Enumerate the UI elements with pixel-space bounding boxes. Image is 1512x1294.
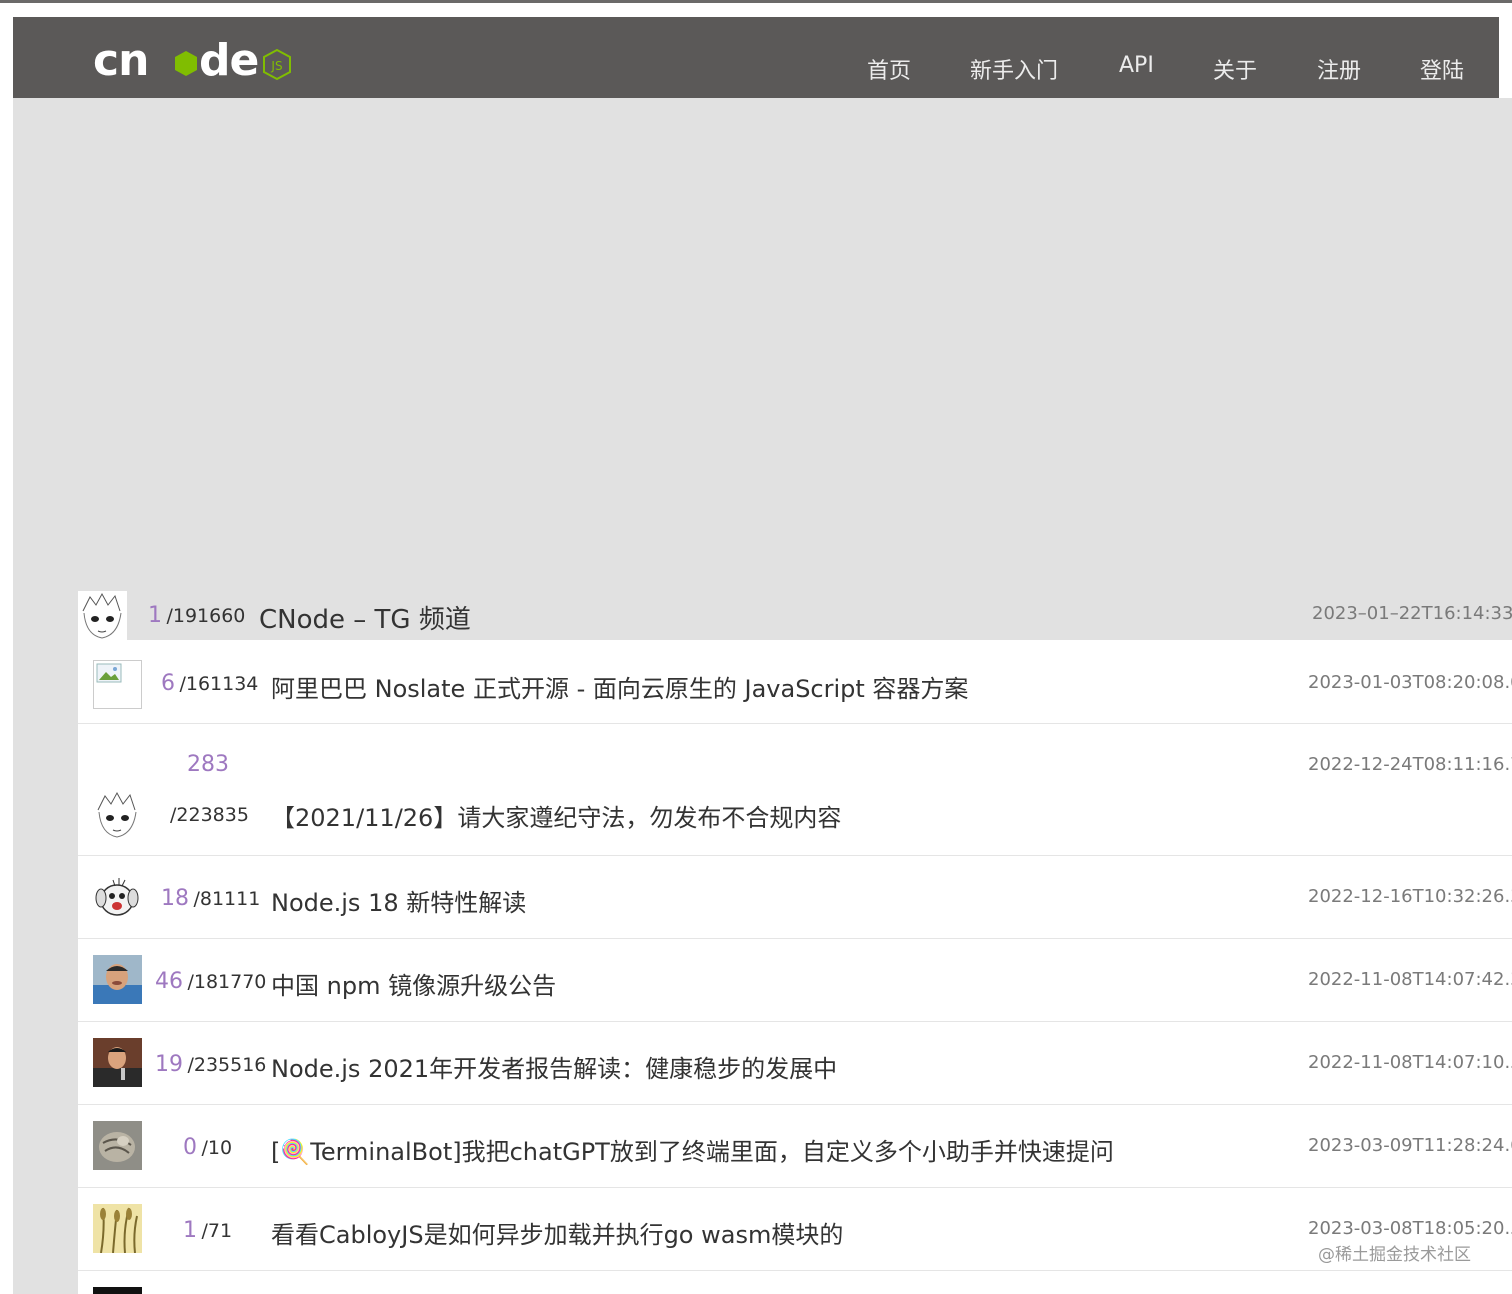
topic-time: 2023–01–22T16:14:33 (1312, 603, 1512, 624)
topic-title[interactable]: CNode – TG 频道 (259, 599, 471, 636)
topic-time: 2022-11-08T14:07:42.3 (1308, 969, 1512, 990)
topic-counts: 18 /81111 (161, 886, 260, 911)
reply-count: 46 (155, 969, 183, 994)
visit-count: /191660 (166, 605, 246, 627)
nav-api[interactable]: API (1119, 53, 1154, 78)
topic-counts: 6 /161134 (161, 671, 258, 696)
visit-count: /81111 (193, 888, 261, 910)
avatar[interactable] (93, 1287, 142, 1294)
topic-row[interactable]: 6 /161134 阿里巴巴 Noslate 正式开源 - 面向云原生的 Jav… (78, 640, 1512, 724)
topic-title[interactable]: 【2021/11/26】请大家遵纪守法，勿发布不合规内容 (271, 798, 841, 833)
topic-time: 2022-11-08T14:07:10.5 (1308, 1052, 1512, 1073)
broken-image-avatar[interactable] (93, 660, 142, 709)
nav-getting-started[interactable]: 新手入门 (970, 53, 1058, 85)
topic-row[interactable]: 1 /191660 CNode – TG 频道 2023–01–22T16:14… (78, 588, 1512, 640)
nav-about[interactable]: 关于 (1213, 53, 1257, 85)
topic-counts: 19 /235516 (155, 1052, 266, 1077)
topic-row[interactable]: 18 /81111 Node.js 18 新特性解读 2022-12-16T10… (78, 856, 1512, 939)
topic-time: 2023-03-09T11:28:24.6 (1308, 1135, 1512, 1156)
topic-row[interactable]: 283 /223835 【2021/11/26】请大家遵纪守法，勿发布不合规内容… (78, 724, 1512, 856)
photo-avatar[interactable] (93, 1038, 142, 1087)
topic-title[interactable]: 看看CabloyJS是如何异步加载并执行go wasm模块的 (271, 1215, 843, 1250)
topic-title[interactable]: 中国 npm 镜像源升级公告 (271, 966, 556, 1001)
reply-count: 1 (148, 603, 162, 628)
topic-counts: 0 /10 (183, 1135, 232, 1160)
topic-time: 2023-03-08T18:05:20.5 (1308, 1218, 1512, 1239)
navbar: cn de JS 首页 新手入门 API 关于 注册 登陆 (13, 17, 1499, 98)
cat-avatar[interactable] (93, 1121, 142, 1170)
cartoon-dog-avatar[interactable] (93, 872, 142, 921)
topic-row[interactable] (78, 1271, 1512, 1294)
visit-count: /181770 (187, 971, 267, 993)
topic-row[interactable]: 46 /181770 中国 npm 镜像源升级公告 2022-11-08T14:… (78, 939, 1512, 1022)
topic-list: 1 /191660 CNode – TG 频道 2023–01–22T16:14… (78, 588, 1512, 1294)
nav-register[interactable]: 注册 (1317, 53, 1361, 85)
reply-count: 19 (155, 1052, 183, 1077)
topic-counts: 1 /191660 (148, 603, 245, 628)
visit-count: /71 (201, 1220, 233, 1242)
svg-text:de: de (199, 35, 258, 83)
reply-count: 283 (187, 752, 229, 777)
topic-time: 2023-01-03T08:20:08.0 (1308, 672, 1512, 693)
top-border (0, 0, 1512, 3)
nav-login[interactable]: 登陆 (1420, 53, 1464, 85)
topic-counts: 1 /71 (183, 1218, 232, 1243)
visit-count: /161134 (179, 673, 259, 695)
topic-row[interactable]: 0 /10 [🍭TerminalBot]我把chatGPT放到了终端里面，自定义… (78, 1105, 1512, 1188)
watermark: @稀土掘金技术社区 (1318, 1245, 1471, 1265)
reply-count: 18 (161, 886, 189, 911)
svg-text:cn: cn (93, 35, 148, 83)
visit-count: /223835 (170, 804, 249, 826)
topic-counts: 46 /181770 (155, 969, 266, 994)
topic-title[interactable]: [🍭TerminalBot]我把chatGPT放到了终端里面，自定义多个小助手并… (271, 1132, 1114, 1167)
wheat-avatar[interactable] (93, 1204, 142, 1253)
reply-count: 1 (183, 1218, 197, 1243)
nav-home[interactable]: 首页 (867, 53, 911, 85)
photo-avatar[interactable] (93, 955, 142, 1004)
visit-count: /235516 (187, 1054, 267, 1076)
logo-badge: JS (270, 59, 282, 73)
topic-title[interactable]: Node.js 18 新特性解读 (271, 883, 526, 918)
reply-count: 0 (183, 1135, 197, 1160)
cnode-logo[interactable]: cn de JS (93, 31, 303, 83)
topic-row[interactable]: 19 /235516 Node.js 2021年开发者报告解读：健康稳步的发展中… (78, 1022, 1512, 1105)
reply-count: 6 (161, 671, 175, 696)
topic-time: 2022-12-24T08:11:16.7 (1308, 754, 1512, 775)
topic-title[interactable]: Node.js 2021年开发者报告解读：健康稳步的发展中 (271, 1049, 837, 1084)
topic-time: 2022-12-16T10:32:26.3 (1308, 886, 1512, 907)
topic-title[interactable]: 阿里巴巴 Noslate 正式开源 - 面向云原生的 JavaScript 容器… (271, 669, 968, 704)
topic-row[interactable]: 1 /71 看看CabloyJS是如何异步加载并执行go wasm模块的 202… (78, 1188, 1512, 1271)
anime-avatar[interactable] (78, 591, 127, 640)
anime-avatar[interactable] (93, 790, 142, 839)
visit-count: /10 (201, 1137, 233, 1159)
